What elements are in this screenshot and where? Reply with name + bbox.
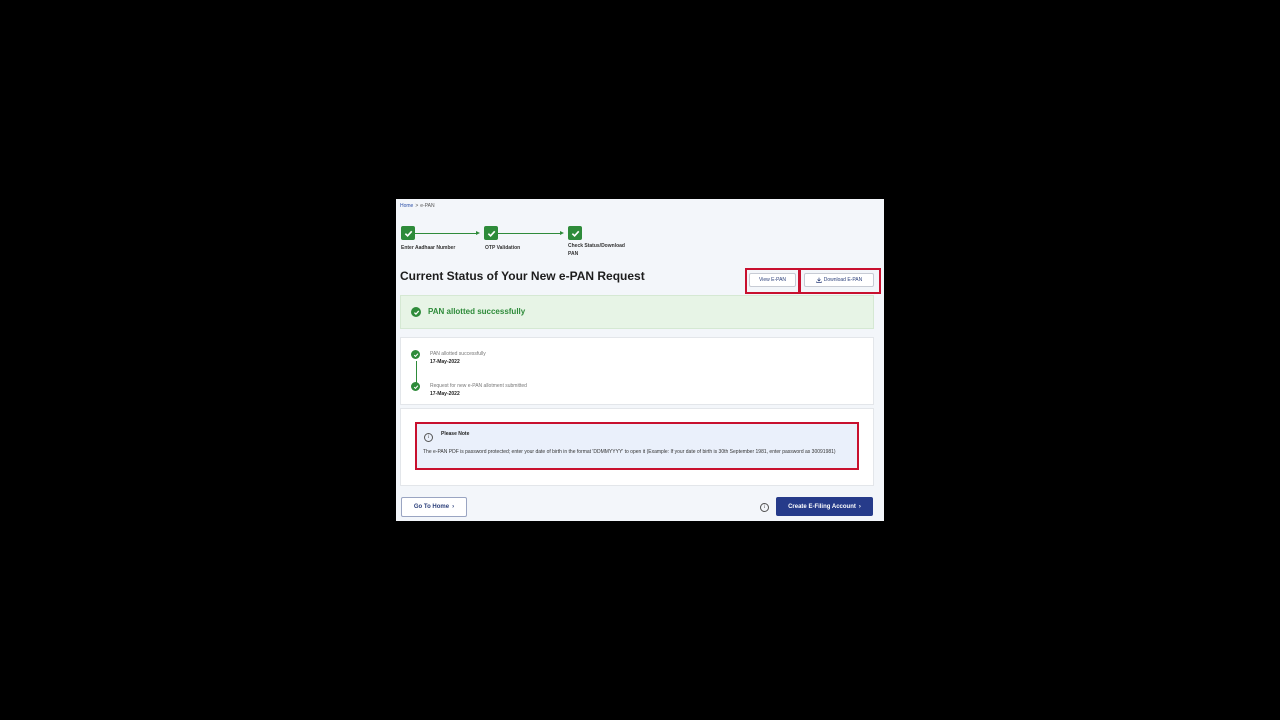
step-connector bbox=[498, 233, 561, 234]
note-body: The e-PAN PDF is password protected; ent… bbox=[423, 449, 836, 455]
step-3-label-line2: PAN bbox=[568, 251, 579, 257]
timeline-check-icon bbox=[411, 382, 420, 391]
view-epan-label: View E-PAN bbox=[758, 277, 787, 283]
timeline-item-date: 17-May-2022 bbox=[430, 391, 460, 397]
success-check-icon bbox=[411, 307, 421, 317]
view-epan-button[interactable]: View E-PAN bbox=[749, 273, 796, 287]
step-1-label: Enter Aadhaar Number bbox=[401, 245, 456, 251]
go-to-home-label: Go To Home bbox=[413, 504, 450, 510]
password-note: i Please Note The e-PAN PDF is password … bbox=[415, 422, 859, 470]
step-3-label: Check Status/Download PAN bbox=[568, 242, 625, 258]
note-heading: Please Note bbox=[441, 431, 470, 437]
status-message: PAN allotted successfully bbox=[428, 307, 526, 316]
note-section: i Please Note The e-PAN PDF is password … bbox=[400, 408, 874, 486]
step-1-check-icon bbox=[401, 226, 415, 240]
step-2-check-icon bbox=[484, 226, 498, 240]
step-arrow-icon bbox=[476, 230, 480, 235]
status-banner: PAN allotted successfully bbox=[400, 295, 874, 329]
create-efiling-account-button[interactable]: Create E-Filing Account › bbox=[776, 497, 873, 516]
breadcrumb: Home > e-PAN bbox=[400, 203, 435, 209]
download-icon bbox=[815, 277, 822, 283]
create-efiling-account-label: Create E-Filing Account bbox=[788, 503, 856, 510]
go-to-home-button[interactable]: Go To Home › bbox=[401, 497, 467, 517]
info-icon: i bbox=[424, 433, 433, 442]
breadcrumb-separator: > bbox=[415, 203, 419, 209]
step-2-label: OTP Validation bbox=[485, 245, 521, 251]
timeline-item-text: Request for new e-PAN allotment submitte… bbox=[430, 383, 527, 389]
epan-status-page: Home > e-PAN Enter Aadhaar Number OTP Vali… bbox=[396, 199, 884, 521]
timeline-item-date: 17-May-2022 bbox=[430, 359, 460, 365]
download-epan-label: Download E-PAN bbox=[823, 277, 863, 283]
step-connector bbox=[415, 233, 477, 234]
info-icon[interactable]: i bbox=[760, 503, 769, 512]
timeline-check-icon bbox=[411, 350, 420, 359]
chevron-right-icon: › bbox=[858, 503, 861, 510]
status-timeline: PAN allotted successfully 17-May-2022 Re… bbox=[400, 337, 874, 405]
chevron-right-icon: › bbox=[452, 504, 455, 510]
breadcrumb-home-link[interactable]: Home bbox=[400, 203, 413, 209]
step-3-label-line1: Check Status/Download bbox=[568, 243, 625, 249]
timeline-item-text: PAN allotted successfully bbox=[430, 351, 486, 357]
breadcrumb-current: e-PAN bbox=[420, 203, 435, 209]
step-arrow-icon bbox=[560, 230, 564, 235]
page-title: Current Status of Your New e-PAN Request bbox=[400, 269, 645, 283]
step-3-check-icon bbox=[568, 226, 582, 240]
download-epan-button[interactable]: Download E-PAN bbox=[804, 273, 874, 287]
